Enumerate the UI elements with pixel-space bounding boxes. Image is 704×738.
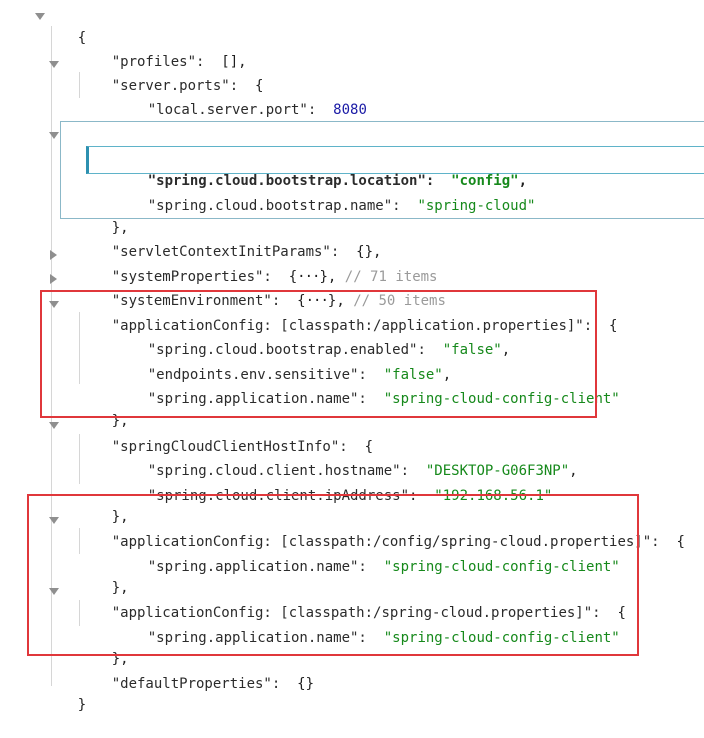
collapse-toggle-icon[interactable]	[49, 422, 59, 429]
highlight-box	[40, 290, 597, 418]
json-value: {	[676, 534, 685, 550]
highlight-box	[27, 494, 639, 656]
json-row-local-server-port: "local.server.port": 8080	[114, 77, 367, 118]
json-row-server-ports: "server.ports": {	[49, 53, 263, 94]
json-value: {}	[297, 676, 315, 692]
json-row-client-hostname: "spring.cloud.client.hostname": "DESKTOP…	[114, 438, 578, 479]
json-row-command-line-args: "commandLineArgs": {	[49, 124, 289, 165]
expand-toggle-icon[interactable]	[50, 274, 57, 284]
json-row-close: },	[78, 99, 129, 140]
json-comma: ,	[569, 463, 578, 479]
root-open-line: {	[35, 5, 86, 46]
json-row-profiles: "profiles": [],	[78, 29, 247, 70]
json-value: {	[609, 318, 618, 334]
json-row-close: },	[78, 195, 129, 236]
collapse-toggle-icon[interactable]	[49, 61, 59, 68]
root-close-line: }	[44, 672, 86, 713]
json-row-system-environment: "systemEnvironment": {···}, // 50 items	[50, 268, 446, 309]
json-key: "spring.cloud.bootstrap.name":	[147, 198, 401, 214]
json-row-bootstrap-location[interactable]: "spring.cloud.bootstrap.location": "conf…	[114, 148, 527, 189]
collapse-toggle-icon[interactable]	[35, 13, 45, 20]
json-row-system-properties: "systemProperties": {···}, // 71 items	[50, 244, 437, 285]
json-key: "local.server.port":	[147, 102, 317, 118]
expand-toggle-icon[interactable]	[50, 250, 57, 260]
json-key: "defaultProperties":	[111, 676, 281, 692]
json-row-bootstrap-name: "spring.cloud.bootstrap.name": "spring-c…	[114, 173, 536, 214]
root-close-brace: }	[77, 697, 87, 713]
json-number-value: 8080	[333, 102, 367, 118]
collapse-toggle-icon[interactable]	[49, 132, 59, 139]
json-row-client-ip: "spring.cloud.client.ipAddress": "192.16…	[114, 463, 553, 504]
json-viewer: { "profiles": [], "server.ports": { "loc…	[0, 0, 704, 713]
json-row-servlet-context: "servletContextInitParams": {},	[78, 219, 382, 260]
json-string-value: "spring-cloud"	[417, 198, 536, 214]
